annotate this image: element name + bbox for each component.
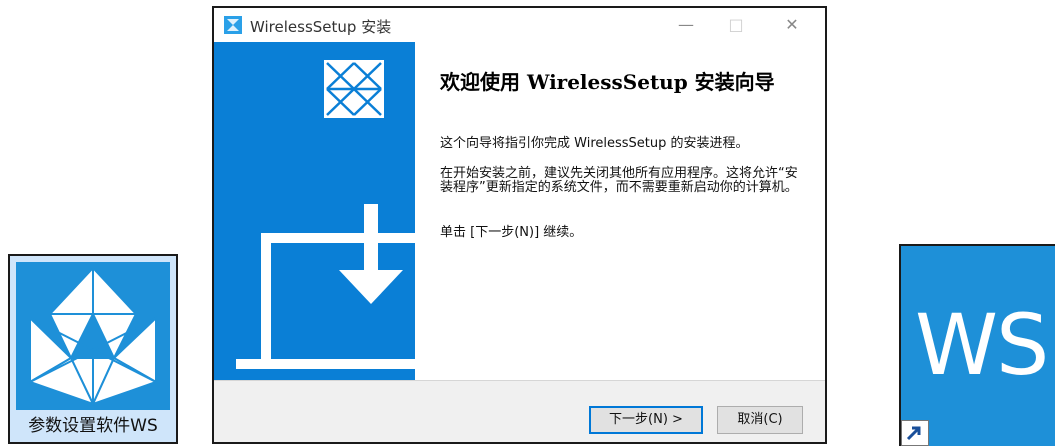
installer-window: WirelessSetup 安装 — □ ✕ 欢迎使用 WirelessSetu…: [212, 6, 827, 444]
desktop-icon-parameter-settings[interactable]: 参数设置软件WS: [8, 254, 178, 444]
download-laptop-icon: [236, 233, 415, 369]
window-title: WirelessSetup 安装: [250, 18, 392, 36]
ws-setup-logo-icon: [16, 262, 170, 410]
cancel-button[interactable]: 取消(C): [717, 406, 803, 434]
footer-divider: [214, 380, 825, 381]
wizard-content: 欢迎使用 WirelessSetup 安装向导 这个向导将指引你完成 Wirel…: [415, 42, 825, 380]
wizard-side-banner: [214, 42, 415, 380]
wizard-logo-icon: [324, 60, 384, 118]
desktop: 参数设置软件WS WirelessSetup 安装 — □ ✕ 欢迎使用 Wir…: [0, 0, 1055, 446]
ws-logo-text: WS: [915, 296, 1049, 394]
close-button[interactable]: ✕: [772, 12, 812, 38]
intro-text: 这个向导将指引你完成 WirelessSetup 的安装进程。: [440, 136, 749, 151]
next-button[interactable]: 下一步(N) >: [589, 406, 703, 434]
close-apps-text: 在开始安装之前，建议先关闭其他所有应用程序。这将允许“安装程序”更新指定的系统文…: [440, 166, 798, 195]
desktop-icon-label: 参数设置软件WS: [28, 416, 158, 436]
continue-instruction-text: 单击 [下一步(N)] 继续。: [440, 225, 583, 240]
wizard-banner-graphic: [236, 60, 415, 369]
shortcut-arrow-icon: [901, 420, 929, 446]
download-arrow-icon: [339, 204, 403, 304]
welcome-heading: 欢迎使用 WirelessSetup 安装向导: [440, 70, 775, 94]
installer-app-icon: [224, 16, 242, 34]
title-bar[interactable]: WirelessSetup 安装 — □ ✕: [214, 8, 825, 42]
logo-graphic: [27, 266, 159, 407]
maximize-button[interactable]: □: [716, 12, 756, 38]
minimize-button[interactable]: —: [666, 12, 706, 38]
desktop-shortcut-ws[interactable]: WS: [899, 244, 1055, 446]
